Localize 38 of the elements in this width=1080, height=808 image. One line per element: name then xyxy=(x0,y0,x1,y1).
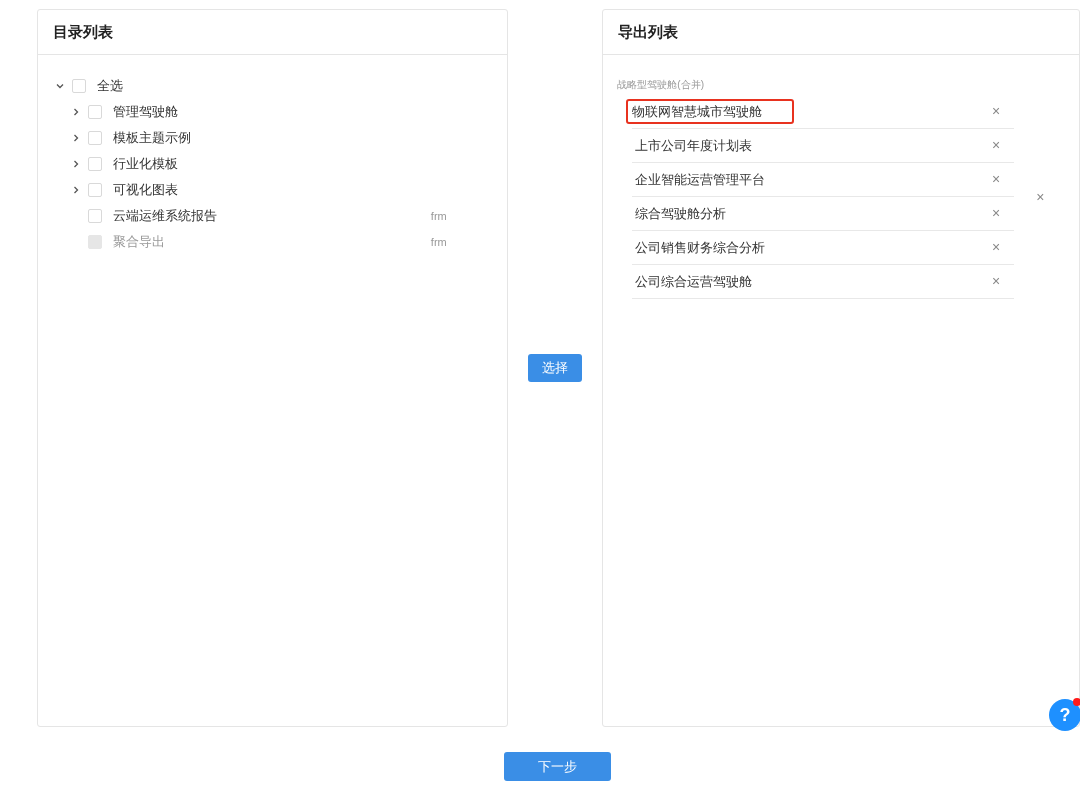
chevron-right-icon[interactable] xyxy=(71,133,81,143)
select-button[interactable]: 选择 xyxy=(528,354,582,382)
checkbox[interactable] xyxy=(88,209,102,223)
export-item-label: 公司综合运营驾驶舱 xyxy=(634,272,754,291)
checkbox[interactable] xyxy=(88,131,102,145)
panel-title: 导出列表 xyxy=(618,21,679,42)
export-item-label: 公司销售财务综合分析 xyxy=(634,238,767,257)
chevron-down-icon[interactable] xyxy=(55,81,65,91)
remove-button[interactable]: × xyxy=(992,271,1001,292)
remove-button[interactable]: × xyxy=(992,203,1001,224)
remove-button[interactable]: × xyxy=(992,101,1001,122)
tree-item-label[interactable]: 行业化模板 xyxy=(113,154,178,174)
file-type-label: frm xyxy=(430,208,447,224)
tree-item-label[interactable]: 模板主题示例 xyxy=(113,128,191,148)
export-item-label: 上市公司年度计划表 xyxy=(634,136,754,155)
panel-title: 目录列表 xyxy=(53,21,113,42)
checkbox[interactable] xyxy=(72,79,86,93)
checkbox[interactable] xyxy=(88,183,102,197)
chevron-right-icon[interactable] xyxy=(71,159,81,169)
export-item-label: 企业智能运营管理平台 xyxy=(634,170,767,189)
checkbox[interactable] xyxy=(88,105,102,119)
chevron-right-icon[interactable] xyxy=(71,107,81,117)
remove-button[interactable]: × xyxy=(992,169,1001,190)
export-item-label: 物联网智慧城市驾驶舱 xyxy=(626,98,795,125)
export-item-label: 综合驾驶舱分析 xyxy=(634,204,728,223)
next-step-button[interactable]: 下一步 xyxy=(503,752,611,781)
help-button[interactable]: ? xyxy=(1049,699,1080,731)
tree-item-label[interactable]: 云端运维系统报告 xyxy=(113,206,217,226)
checkbox[interactable] xyxy=(88,157,102,171)
group-label: 战略型驾驶舱(合并) xyxy=(617,79,704,90)
tree-item-label[interactable]: 可视化图表 xyxy=(113,180,178,200)
tree-item-label[interactable]: 全选 xyxy=(97,76,123,96)
tree-item-label[interactable]: 管理驾驶舱 xyxy=(113,102,178,122)
file-type-label: frm xyxy=(430,234,447,250)
remove-group-button[interactable]: × xyxy=(1036,186,1045,208)
chevron-right-icon[interactable] xyxy=(71,185,81,195)
remove-button[interactable]: × xyxy=(992,135,1001,156)
remove-button[interactable]: × xyxy=(992,237,1001,258)
